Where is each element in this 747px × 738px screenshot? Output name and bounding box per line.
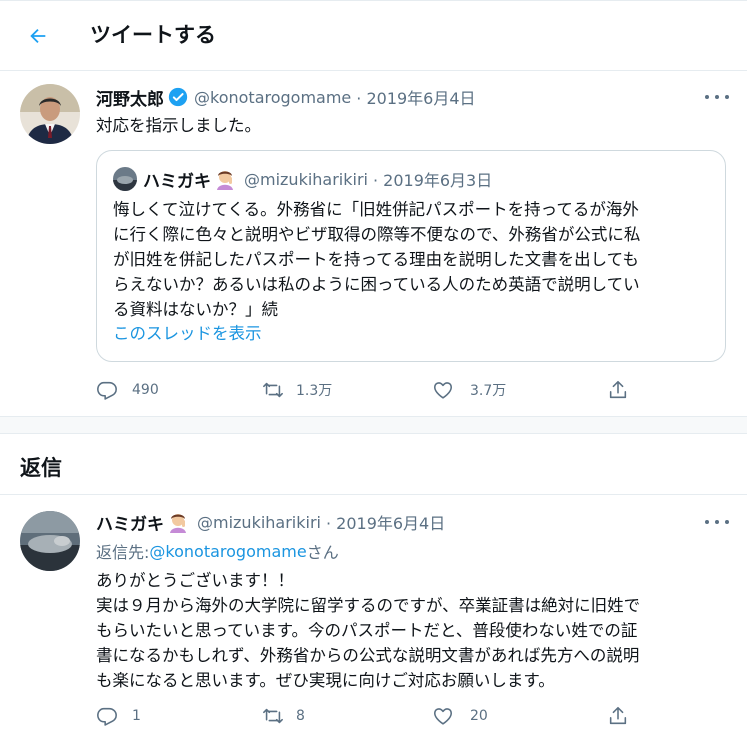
quote-line: らえないか？あるいは私のように困っている人のため英語で説明してい [113, 275, 640, 294]
share-icon [609, 706, 627, 725]
replying-to-suffix: さん [306, 543, 339, 562]
reply-date[interactable]: · 2019年6月4日 [326, 510, 445, 534]
retweet-button[interactable]: 1.3万 [262, 379, 432, 401]
quote-line: に行く際に色々と説明やビザ取得の際等不便なので、外務省が公式に私 [113, 225, 641, 244]
quote-header: ハミガキ @mizukiharikiri · 2019年6月3日 [113, 167, 493, 192]
more-dot-icon [715, 520, 719, 524]
main-tweet-actions: 490 1.3万 3.7万 [96, 378, 629, 402]
retweet-icon [263, 708, 283, 724]
retweet-icon [263, 382, 283, 398]
reply-like-button[interactable]: 20 [432, 705, 607, 727]
reply-line: ありがとうございます！！ [96, 571, 294, 590]
reply-share-button[interactable] [607, 705, 629, 727]
more-dot-icon [705, 95, 709, 99]
retweet-count: 1.3万 [296, 383, 333, 399]
verified-badge-icon [168, 87, 188, 107]
page-header: ツイートする [0, 0, 747, 71]
woman-gesturing-emoji-icon [167, 511, 189, 533]
quote-author-handle: @mizukiharikiri [244, 169, 368, 189]
share-button[interactable] [607, 379, 629, 401]
reply-author-handle[interactable]: @mizukiharikiri [197, 513, 321, 532]
replies-heading: 返信 [20, 456, 62, 480]
reply-header: ハミガキ @mizukiharikiri · 2019年6月4日 [96, 510, 445, 535]
more-dot-icon [725, 520, 729, 524]
reply-line: 実は９月から海外の大学院に留学するのですが、卒業証書は絶対に旧姓で [96, 596, 641, 615]
more-dot-icon [705, 520, 709, 524]
reply-like-count: 20 [470, 708, 488, 724]
reply-retweet-count: 8 [296, 708, 305, 724]
reply-line: も楽になると思います。ぜひ実現に向けご対応お願いします。 [96, 671, 555, 690]
reply-icon [97, 381, 117, 400]
reply-line: 書になるかもしれず、外務省からの公式な説明文書があれば先方への説明 [96, 646, 640, 665]
like-button[interactable]: 3.7万 [432, 379, 607, 401]
page-title: ツイートする [90, 23, 216, 47]
reply-count: 490 [132, 382, 159, 398]
section-separator [0, 416, 747, 434]
reply-text: ありがとうございます！！ 実は９月から海外の大学院に留学するのですが、卒業証書は… [96, 568, 726, 693]
quote-line: が旧姓を併記したパスポートを持ってる理由を説明した文書を出しても [113, 250, 639, 269]
show-thread-link[interactable]: このスレッドを表示 [113, 321, 262, 346]
replying-to: 返信先: @konotarogomame さん [96, 539, 339, 563]
reply-more-options-button[interactable] [705, 517, 729, 527]
heart-icon [433, 382, 453, 399]
reply-line: もらいたいと思っています。今のパスポートだと、普段使わない姓での証 [96, 621, 638, 640]
more-dot-icon [725, 95, 729, 99]
heart-icon [433, 708, 453, 725]
reply-button[interactable]: 490 [96, 379, 262, 401]
like-count: 3.7万 [470, 383, 507, 399]
quoted-tweet-card[interactable]: ハミガキ @mizukiharikiri · 2019年6月3日 悔しくて泣けて… [96, 150, 726, 362]
replying-to-handle-link[interactable]: @konotarogomame [149, 542, 306, 561]
reply-icon [97, 707, 117, 726]
tweet-date[interactable]: · 2019年6月4日 [356, 85, 475, 109]
more-dot-icon [715, 95, 719, 99]
avatar-photo-icon [20, 511, 80, 571]
avatar-hamigaki[interactable] [20, 511, 80, 571]
quote-line: 悔しくて泣けてくる。外務省に「旧姓併記パスポートを持ってるが海外 [113, 200, 639, 219]
avatar-kono[interactable] [20, 84, 80, 144]
quote-line: る資料はないか？」続 [113, 300, 278, 319]
avatar-photo-icon [20, 84, 80, 144]
share-icon [609, 380, 627, 399]
quote-date: · 2019年6月3日 [372, 171, 493, 190]
quote-author-name: ハミガキ [143, 171, 211, 192]
reply-reply-button[interactable]: 1 [96, 705, 262, 727]
main-tweet-header: 河野太郎 @konotarogomame · 2019年6月4日 [96, 85, 476, 110]
author-name[interactable]: 河野太郎 [96, 85, 164, 110]
arrow-left-icon [30, 28, 46, 44]
reply-actions: 1 8 20 [96, 704, 629, 728]
quote-text: 悔しくて泣けてくる。外務省に「旧姓併記パスポートを持ってるが海外 に行く際に色々… [113, 197, 713, 322]
woman-gesturing-emoji-icon [214, 168, 236, 190]
replying-to-prefix: 返信先: [96, 543, 150, 562]
avatar-hamigaki-small[interactable] [113, 167, 137, 191]
back-button[interactable] [22, 20, 54, 52]
replies-heading-divider [0, 494, 747, 495]
reply-author-name[interactable]: ハミガキ [96, 510, 164, 535]
author-handle[interactable]: @konotarogomame [194, 88, 351, 107]
more-options-button[interactable] [705, 92, 729, 102]
tweet-text: 対応を指示しました。 [96, 116, 261, 135]
reply-reply-count: 1 [132, 708, 141, 724]
reply-retweet-button[interactable]: 8 [262, 705, 432, 727]
